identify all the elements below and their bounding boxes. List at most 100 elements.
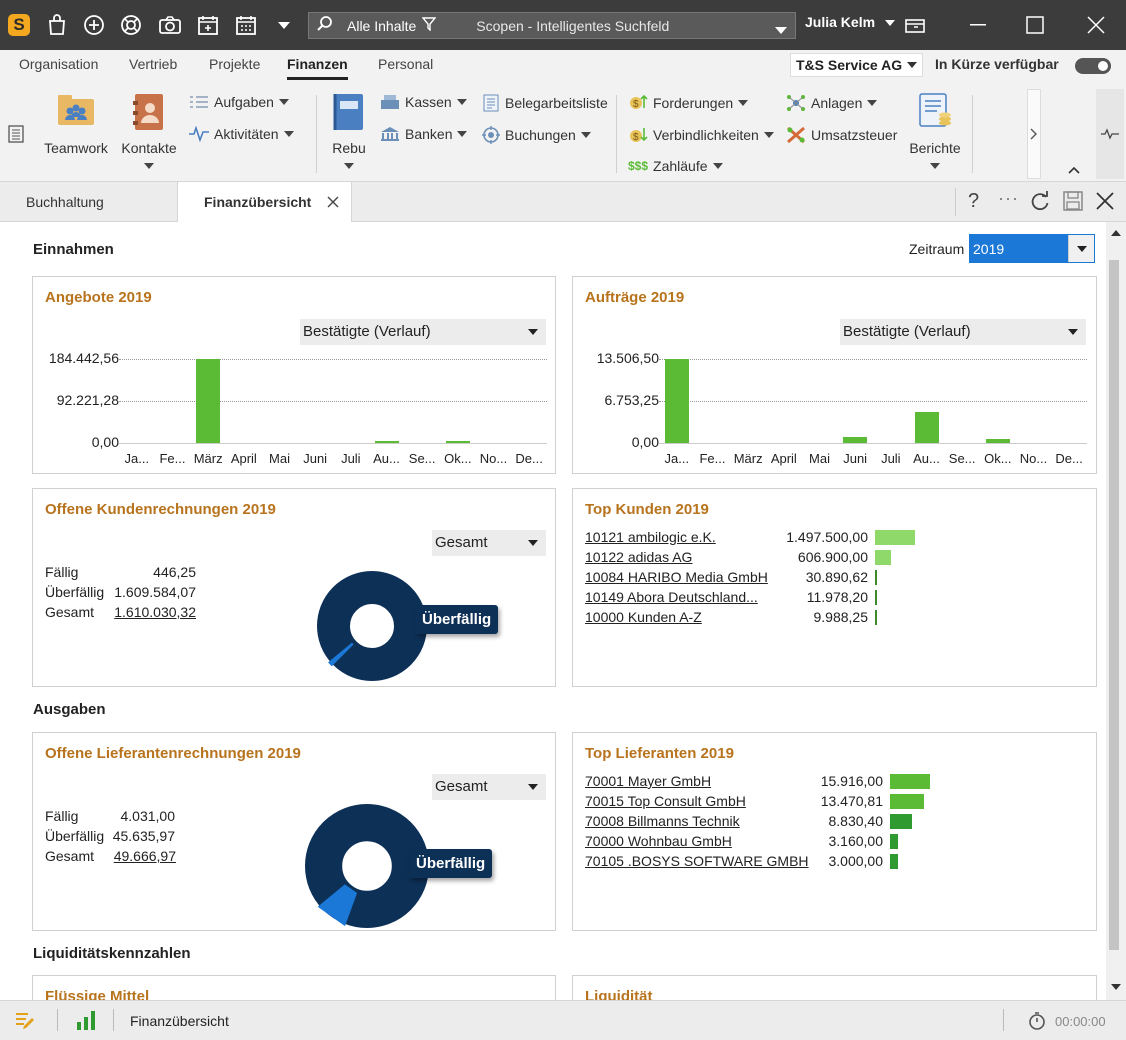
zeitraum-select[interactable]: 2019 bbox=[969, 234, 1095, 263]
quick-access-dropdown-icon[interactable] bbox=[271, 12, 297, 38]
shopping-bag-icon[interactable] bbox=[44, 12, 70, 38]
kassen-button[interactable]: Kassen bbox=[380, 94, 467, 110]
add-circle-icon[interactable] bbox=[81, 12, 107, 38]
close-view-icon[interactable] bbox=[1096, 192, 1114, 213]
buchungen-button[interactable]: Buchungen bbox=[482, 126, 591, 144]
scroll-up-icon[interactable] bbox=[1111, 230, 1121, 236]
top-list-name[interactable]: 70001 Mayer GmbH bbox=[585, 773, 711, 789]
search-field[interactable]: Alle Inhalte Scopen - Intelligentes Such… bbox=[308, 12, 796, 39]
offene-lieferanten-filter-select[interactable]: Gesamt bbox=[432, 774, 546, 800]
menu-personal[interactable]: Personal bbox=[378, 56, 433, 72]
refresh-icon[interactable] bbox=[1030, 191, 1050, 214]
tab-finanzuebersicht[interactable]: Finanzübersicht bbox=[177, 182, 352, 223]
buchungen-label: Buchungen bbox=[505, 127, 576, 143]
lifebuoy-icon[interactable] bbox=[118, 12, 144, 38]
kunden-gesamt-value[interactable]: 1.610.030,32 bbox=[109, 604, 196, 620]
more-options-icon[interactable]: ··· bbox=[998, 188, 1019, 209]
forderungen-button[interactable]: $ Forderungen bbox=[628, 94, 749, 112]
menu-vertrieb[interactable]: Vertrieb bbox=[129, 56, 177, 72]
menu-finanzen[interactable]: Finanzen bbox=[287, 56, 348, 80]
sidebar-toggle-icon[interactable] bbox=[8, 125, 24, 146]
top-list-value: 3.160,00 bbox=[828, 833, 884, 849]
user-menu[interactable]: Julia Kelm bbox=[805, 14, 895, 30]
aufgaben-button[interactable]: Aufgaben bbox=[189, 94, 289, 110]
umsatzsteuer-button[interactable]: Umsatzsteuer bbox=[786, 126, 897, 144]
calendar-grid-icon[interactable] bbox=[233, 12, 259, 38]
angebote-filter-select[interactable]: Bestätigte (Verlauf) bbox=[300, 319, 546, 345]
top-list-name[interactable]: 70008 Billmanns Technik bbox=[585, 813, 740, 829]
verbindlichkeiten-button[interactable]: $ Verbindlichkeiten bbox=[628, 126, 774, 144]
save-icon[interactable] bbox=[1063, 191, 1083, 214]
search-dropdown-icon[interactable] bbox=[775, 22, 787, 38]
lieferanten-gesamt-value[interactable]: 49.666,97 bbox=[109, 848, 176, 864]
top-list-bar bbox=[875, 610, 877, 625]
contacts-book-icon bbox=[133, 94, 163, 130]
side-panel-toggle[interactable] bbox=[1096, 89, 1124, 179]
scroll-down-icon[interactable] bbox=[1111, 984, 1121, 990]
content-scrollbar[interactable] bbox=[1106, 222, 1126, 1000]
top-list-value: 9.988,25 bbox=[813, 609, 869, 625]
top-list-name[interactable]: 10149 Abora Deutschland... bbox=[585, 589, 758, 605]
ribbon-scroll-right[interactable] bbox=[1027, 89, 1041, 179]
status-separator bbox=[113, 1009, 114, 1031]
signal-bars-icon[interactable] bbox=[76, 1010, 96, 1033]
top-list-name[interactable]: 10122 adidas AG bbox=[585, 549, 692, 565]
task-list-icon bbox=[190, 96, 208, 108]
auftraege-filter-select[interactable]: Bestätigte (Verlauf) bbox=[840, 319, 1086, 345]
top-list-name[interactable]: 70015 Top Consult GmbH bbox=[585, 793, 746, 809]
top-list-name[interactable]: 10084 HARIBO Media GmbH bbox=[585, 569, 768, 585]
maximize-button[interactable] bbox=[1015, 10, 1055, 40]
notes-edit-icon[interactable] bbox=[14, 1011, 36, 1034]
menu-projekte[interactable]: Projekte bbox=[209, 56, 260, 72]
chevron-down-icon bbox=[907, 62, 917, 68]
app-logo-icon[interactable]: S bbox=[8, 14, 30, 36]
gridline bbox=[119, 401, 547, 402]
top-list-bar bbox=[890, 794, 924, 809]
camera-icon[interactable] bbox=[157, 12, 183, 38]
rebu-button[interactable]: Rebu bbox=[328, 93, 370, 172]
zahllaeufe-button[interactable]: $$$ Zahläufe bbox=[628, 158, 723, 174]
top-kunden-title: Top Kunden 2019 bbox=[585, 501, 709, 518]
anlagen-button[interactable]: Anlagen bbox=[786, 94, 878, 112]
feature-toggle-switch[interactable] bbox=[1075, 58, 1111, 74]
close-window-button[interactable] bbox=[1076, 10, 1116, 40]
chevron-down-icon bbox=[763, 132, 774, 138]
ribbon-separator bbox=[316, 95, 317, 173]
company-selector[interactable]: T&S Service AG bbox=[790, 53, 923, 77]
collapse-ribbon-icon[interactable] bbox=[1068, 161, 1080, 177]
kontakte-button[interactable]: Kontakte bbox=[118, 93, 180, 172]
belegarbeitsliste-label: Belegarbeitsliste bbox=[505, 95, 608, 111]
angebote-chart-title: Angebote 2019 bbox=[45, 289, 152, 306]
scrollbar-thumb[interactable] bbox=[1109, 260, 1119, 950]
offene-kunden-filter-select[interactable]: Gesamt bbox=[432, 530, 546, 556]
filter-icon[interactable] bbox=[421, 17, 437, 34]
help-icon[interactable]: ? bbox=[968, 190, 979, 213]
top-list-bar bbox=[890, 834, 898, 849]
teamwork-button[interactable]: Teamwork bbox=[40, 93, 112, 156]
rebu-label: Rebu bbox=[332, 140, 366, 156]
x-tick-label: Juli bbox=[881, 451, 901, 466]
minimize-button[interactable] bbox=[958, 10, 998, 40]
window-switch-icon[interactable] bbox=[902, 13, 928, 39]
gridline bbox=[659, 401, 1087, 402]
stopwatch-icon[interactable] bbox=[1028, 1011, 1046, 1034]
company-name: T&S Service AG bbox=[796, 57, 903, 73]
top-list-value: 8.830,40 bbox=[828, 813, 884, 829]
aktivitaeten-button[interactable]: Aktivitäten bbox=[189, 126, 294, 142]
banken-button[interactable]: Banken bbox=[380, 126, 468, 142]
top-list-name[interactable]: 10121 ambilogic e.K. bbox=[585, 529, 716, 545]
top-list-bar bbox=[890, 854, 898, 869]
belegarbeitsliste-button[interactable]: Belegarbeitsliste bbox=[482, 94, 608, 112]
payables-icon: $ bbox=[630, 128, 648, 143]
berichte-button[interactable]: Berichte bbox=[906, 93, 964, 172]
offene-lieferantenrechnungen-title: Offene Lieferantenrechnungen 2019 bbox=[45, 745, 301, 762]
menu-organisation[interactable]: Organisation bbox=[19, 56, 98, 72]
calendar-add-icon[interactable] bbox=[195, 12, 221, 38]
close-tab-icon[interactable] bbox=[327, 196, 339, 208]
search-scope-label[interactable]: Alle Inhalte bbox=[347, 18, 416, 34]
zeitraum-dropdown-button[interactable] bbox=[1068, 235, 1094, 262]
top-list-name[interactable]: 10000 Kunden A-Z bbox=[585, 609, 702, 625]
top-list-name[interactable]: 70000 Wohnbau GmbH bbox=[585, 833, 732, 849]
tab-buchhaltung[interactable]: Buchhaltung bbox=[0, 182, 130, 222]
top-list-bar bbox=[875, 530, 915, 545]
